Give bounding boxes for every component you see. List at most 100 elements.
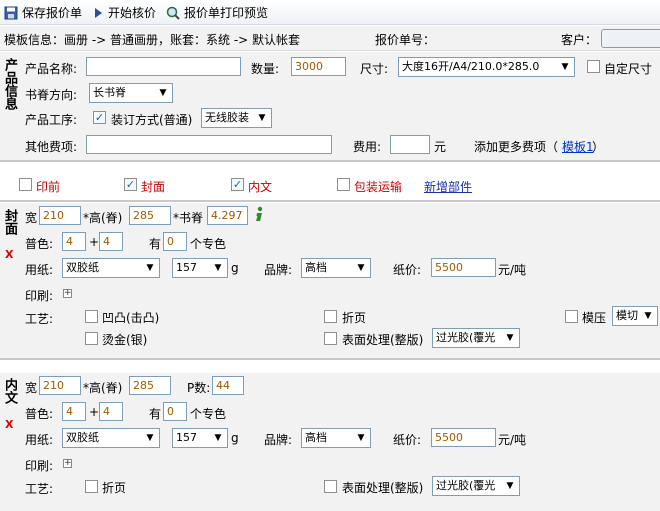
- emboss-checkbox[interactable]: [85, 310, 98, 323]
- inner-spot-label: 个专色: [190, 407, 227, 421]
- start-pricing-button[interactable]: 开始核价: [92, 3, 156, 22]
- save-quote-button[interactable]: 保存报价单: [4, 3, 82, 22]
- add-part-link[interactable]: 新增部件: [424, 178, 472, 195]
- cover-width-label: 宽: [25, 211, 38, 225]
- print-preview-button[interactable]: 报价单打印预览: [166, 3, 268, 22]
- inner-craft-label: 工艺:: [25, 482, 54, 496]
- cover-print-label: 印刷:: [25, 289, 54, 303]
- product-info-panel: 产品信息 产品名称: 数量: 3000 尺寸: 大度16开/A4/210.0*2…: [0, 52, 660, 162]
- inner-checkbox[interactable]: ✓: [231, 178, 244, 191]
- spine-direction-value: 长书脊: [93, 86, 126, 99]
- product-name-input[interactable]: [86, 57, 241, 76]
- template-1-link[interactable]: 模板1: [562, 138, 594, 155]
- cover-height-input[interactable]: 285: [129, 206, 171, 225]
- inner-color-b-input[interactable]: 4: [99, 402, 123, 421]
- inner-surface-value: 过光胶(覆光: [436, 479, 496, 492]
- inner-price-input[interactable]: 5500: [431, 428, 496, 447]
- custom-size-checkbox[interactable]: [587, 60, 600, 73]
- quantity-label: 数量:: [251, 62, 280, 76]
- other-fee-input[interactable]: [86, 135, 332, 154]
- cover-color-label: 普色:: [25, 237, 54, 251]
- inner-fold-checkbox[interactable]: [85, 480, 98, 493]
- chevron-down-icon: ▼: [644, 311, 652, 321]
- cover-panel: 封面 X 宽 210 *高(脊) 285 *书脊 4.297 普色: 4 + 4…: [0, 203, 660, 360]
- cover-price-input[interactable]: 5500: [431, 258, 496, 277]
- cover-gram-unit: g: [231, 261, 239, 275]
- cover-brand-select[interactable]: 高档 ▼: [301, 258, 371, 278]
- inner-price-unit: 元/吨: [498, 433, 527, 447]
- inner-pages-label: P数:: [187, 381, 211, 395]
- inner-color-a-input[interactable]: 4: [62, 402, 86, 421]
- cover-surface-checkbox[interactable]: [324, 332, 337, 345]
- inner-paper-value: 双胶纸: [66, 431, 99, 444]
- inner-pages-input[interactable]: 44: [212, 376, 244, 395]
- customer-field[interactable]: [601, 29, 660, 48]
- cover-brand-label: 品牌:: [264, 263, 293, 277]
- inner-panel: 内文 X 宽 210 *高(脊) 285 P数: 44 普色: 4 + 4 有 …: [0, 373, 660, 511]
- chevron-down-icon: ▼: [561, 62, 569, 72]
- binding-checkbox[interactable]: ✓: [93, 111, 106, 124]
- foil-checkbox[interactable]: [85, 332, 98, 345]
- fee-unit: 元: [434, 140, 447, 154]
- cover-has-label: 有: [149, 237, 162, 251]
- inner-surface-checkbox[interactable]: [324, 480, 337, 493]
- cover-section-label: 封面: [2, 209, 17, 235]
- chevron-down-icon: ▼: [159, 88, 167, 98]
- inner-width-input[interactable]: 210: [39, 376, 81, 395]
- die-press-checkbox[interactable]: [565, 310, 578, 323]
- print-preview-label: 报价单打印预览: [184, 6, 269, 20]
- fee-input[interactable]: [390, 135, 430, 154]
- cover-weight-value: 157: [176, 261, 197, 274]
- cover-spot-input[interactable]: 0: [163, 232, 187, 251]
- inner-surface-label: 表面处理(整版): [342, 481, 424, 495]
- spine-direction-select[interactable]: 长书脊 ▼: [89, 83, 173, 103]
- cover-weight-select[interactable]: 157 ▼: [172, 258, 228, 278]
- cover-paper-label: 用纸:: [25, 263, 54, 277]
- packing-checkbox[interactable]: [337, 178, 350, 191]
- cover-brand-value: 高档: [305, 261, 327, 274]
- cover-paper-value: 双胶纸: [66, 261, 99, 274]
- other-fee-label: 其他费项:: [25, 140, 78, 154]
- inner-paper-select[interactable]: 双胶纸 ▼: [62, 428, 160, 448]
- inner-brand-select[interactable]: 高档 ▼: [301, 428, 371, 448]
- product-info-section-label: 产品信息: [2, 58, 17, 110]
- remove-cover-icon[interactable]: X: [5, 248, 13, 261]
- cover-surface-select[interactable]: 过光胶(覆光 ▼: [432, 328, 520, 348]
- inner-spot-input[interactable]: 0: [163, 402, 187, 421]
- cover-paper-select[interactable]: 双胶纸 ▼: [62, 258, 160, 278]
- info-icon[interactable]: [253, 206, 265, 223]
- save-quote-label: 保存报价单: [22, 6, 83, 20]
- cover-surface-value: 过光胶(覆光: [436, 331, 496, 344]
- template-info-bar: 模板信息：画册 -> 普通画册，账套：系统 -> 默认帐套 报价单号： 客户：: [0, 26, 660, 51]
- chevron-down-icon: ▼: [506, 333, 514, 343]
- spine-direction-label: 书脊方向:: [25, 88, 78, 102]
- inner-surface-select[interactable]: 过光胶(覆光 ▼: [432, 476, 520, 496]
- die-cut-select[interactable]: 模切 ▼: [612, 306, 658, 326]
- cover-color-b-input[interactable]: 4: [99, 232, 123, 251]
- cover-color-a-input[interactable]: 4: [62, 232, 86, 251]
- cover-width-input[interactable]: 210: [39, 206, 81, 225]
- prepress-checkbox[interactable]: [19, 178, 32, 191]
- cover-fold-checkbox[interactable]: [324, 310, 337, 323]
- remove-inner-icon[interactable]: X: [5, 418, 13, 431]
- packing-label: 包装运输: [354, 180, 403, 194]
- inner-part-label: 内文: [248, 180, 273, 194]
- inner-brand-value: 高档: [305, 431, 327, 444]
- cover-checkbox[interactable]: ✓: [124, 178, 137, 191]
- chevron-down-icon: ▼: [214, 433, 222, 443]
- size-select[interactable]: 大度16开/A4/210.0*285.0 ▼: [398, 57, 575, 77]
- inner-print-expand-icon[interactable]: +: [63, 459, 72, 468]
- inner-color-plus: +: [89, 405, 100, 419]
- cover-spine-input[interactable]: 4.297: [207, 206, 248, 225]
- die-press-label: 模压: [582, 311, 607, 325]
- chevron-down-icon: ▼: [146, 433, 154, 443]
- cover-print-expand-icon[interactable]: +: [63, 289, 72, 298]
- inner-weight-select[interactable]: 157 ▼: [172, 428, 228, 448]
- inner-height-input[interactable]: 285: [129, 376, 171, 395]
- quote-number-label: 报价单号：: [375, 33, 436, 47]
- quantity-input[interactable]: 3000: [291, 57, 346, 76]
- cover-spot-label: 个专色: [190, 237, 227, 251]
- inner-height-label: *高(脊): [83, 381, 123, 395]
- die-cut-value: 模切: [616, 309, 638, 322]
- binding-method-select[interactable]: 无线胶装 ▼: [201, 108, 272, 128]
